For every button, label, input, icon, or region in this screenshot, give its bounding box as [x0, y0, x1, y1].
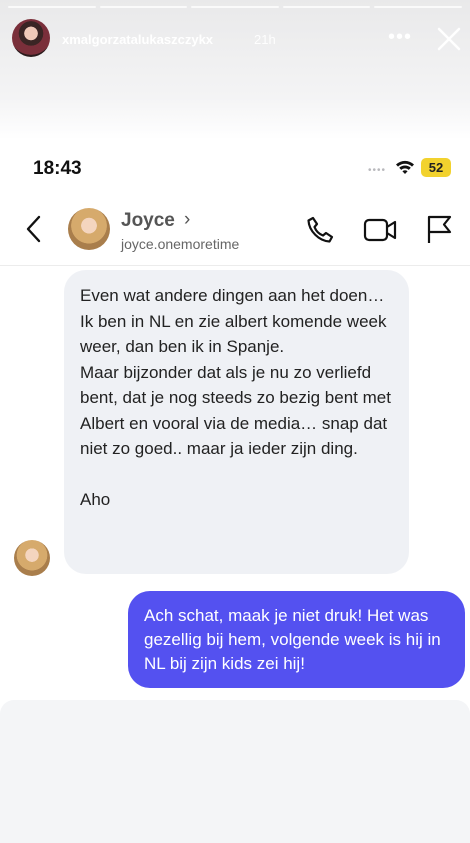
status-time: 18:43: [33, 158, 82, 179]
progress-segment: [8, 6, 96, 8]
incoming-message-signoff: Aho: [80, 489, 111, 509]
progress-segment: [99, 6, 188, 8]
progress-segment: [282, 6, 371, 8]
incoming-message-text: Even wat andere dingen aan het doen… Ik …: [80, 286, 391, 458]
battery-indicator: 52: [421, 158, 451, 177]
outgoing-message-bubble[interactable]: Ach schat, maak je niet druk! Het was ge…: [128, 591, 465, 688]
wifi-icon: [396, 160, 414, 174]
chevron-right-icon[interactable]: ›: [184, 209, 190, 231]
story-time-ago: 21h: [254, 32, 276, 47]
phone-icon[interactable]: [304, 214, 336, 246]
back-chevron-icon[interactable]: [24, 214, 42, 244]
story-username[interactable]: xmalgorzatalukaszczykx: [62, 32, 213, 47]
contact-handle: joyce.onemoretime: [121, 236, 240, 252]
contact-name[interactable]: Joyce: [121, 210, 175, 232]
story-progress-bar: [8, 6, 462, 8]
more-horizontal-icon[interactable]: •••: [388, 26, 412, 49]
video-camera-icon[interactable]: [363, 215, 397, 245]
incoming-message-bubble[interactable]: Even wat andere dingen aan het doen… Ik …: [64, 270, 409, 574]
contact-avatar[interactable]: [68, 208, 110, 250]
close-icon[interactable]: [434, 24, 464, 54]
composer-area: [0, 700, 470, 843]
story-user-avatar[interactable]: [12, 19, 50, 57]
story-header-background: [0, 0, 470, 140]
progress-segment: [191, 6, 279, 8]
cellular-signal-icon: ••••: [368, 165, 387, 176]
outgoing-message-text: Ach schat, maak je niet druk! Het was ge…: [144, 606, 441, 673]
sender-avatar[interactable]: [14, 540, 50, 576]
flag-icon[interactable]: [424, 213, 454, 245]
progress-segment: [374, 6, 462, 8]
header-divider: [0, 265, 470, 266]
